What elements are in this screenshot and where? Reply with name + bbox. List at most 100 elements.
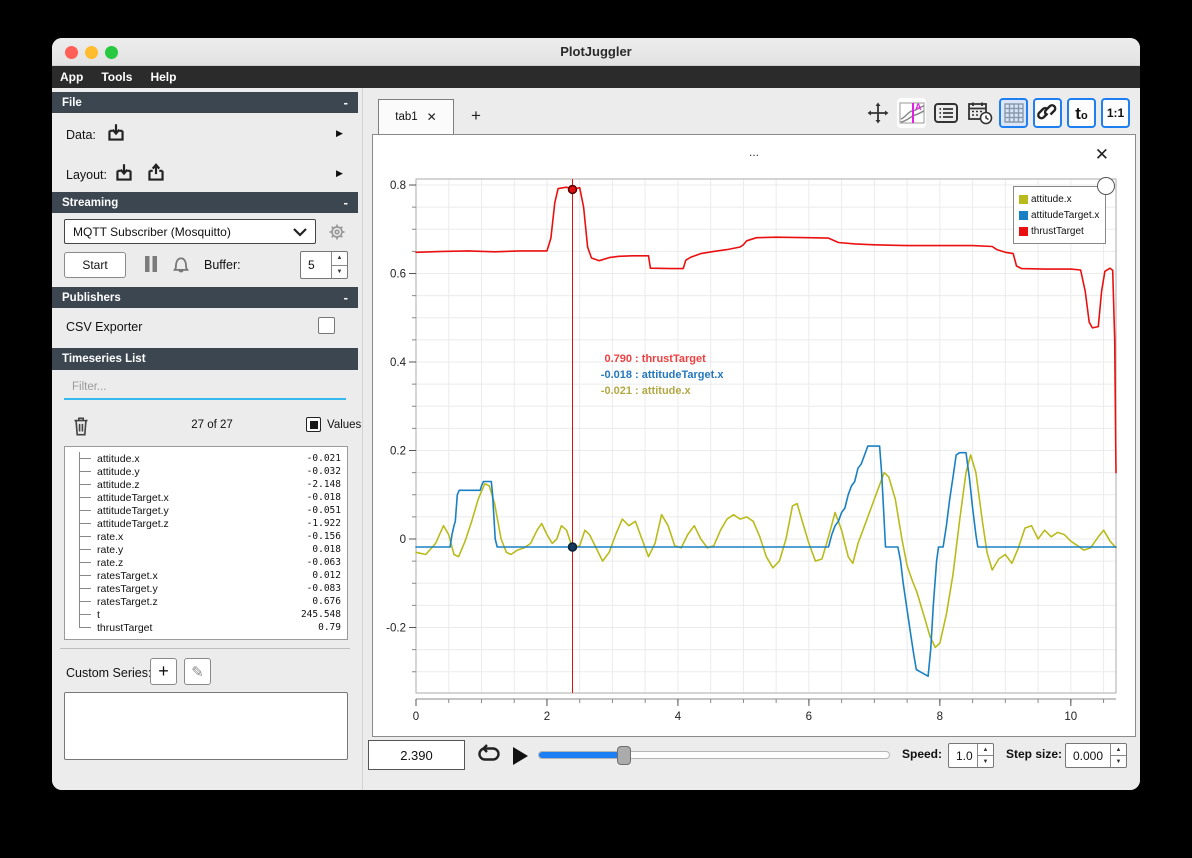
timeseries-row[interactable]: attitude.z -2.148 (71, 478, 341, 491)
titlebar: PlotJuggler (52, 38, 1140, 66)
ratio-button[interactable]: 1:1 (1101, 98, 1130, 128)
data-import-icon[interactable] (104, 121, 128, 145)
spin-down-icon[interactable]: ▼ (1111, 755, 1126, 767)
timeseries-row[interactable]: t 245.548 (71, 608, 341, 621)
splitter[interactable] (362, 88, 363, 790)
spin-up-icon[interactable]: ▲ (978, 744, 993, 755)
timeseries-name: attitude.z (97, 478, 140, 491)
spin-up-icon[interactable]: ▲ (332, 252, 347, 265)
time-slider[interactable] (538, 746, 890, 765)
tab-close-icon[interactable]: ✕ (427, 110, 437, 124)
collapse-minus-icon[interactable]: - (344, 195, 348, 210)
collapse-minus-icon[interactable]: - (344, 290, 348, 305)
legend-swatch (1019, 226, 1028, 236)
data-expand-chevron-icon[interactable]: ▶ (336, 128, 343, 139)
layout-import-icon[interactable] (112, 161, 136, 185)
timeseries-name: thrustTarget (97, 621, 153, 634)
legend-label: attitude.x (1031, 193, 1072, 205)
list-icon (933, 103, 958, 123)
slider-thumb[interactable] (617, 746, 631, 765)
streaming-source-select[interactable]: MQTT Subscriber (Mosquitto) (64, 219, 316, 244)
menu-help[interactable]: Help (150, 70, 176, 84)
menu-tools[interactable]: Tools (101, 70, 132, 84)
loop-icon[interactable] (476, 743, 502, 769)
sidebar: File - Data: ▶ Layout: ▶ Streaming - MQT… (52, 88, 361, 790)
spin-down-icon[interactable]: ▼ (978, 755, 993, 767)
current-time-field[interactable]: 2.390 (368, 740, 465, 770)
layout-export-icon[interactable] (144, 161, 168, 185)
legend-entry[interactable]: thrustTarget (1019, 223, 1100, 239)
tab-label: tab1 (395, 111, 418, 123)
streaming-section-header[interactable]: Streaming - (52, 192, 358, 213)
timeseries-row[interactable]: attitudeTarget.z -1.922 (71, 517, 341, 530)
timeseries-value: -0.018 (306, 492, 341, 503)
link-ranges-button[interactable] (1033, 98, 1062, 128)
window-title: PlotJuggler (560, 44, 632, 59)
timeseries-row[interactable]: rate.x -0.156 (71, 530, 341, 543)
timeseries-name: rate.z (97, 556, 124, 569)
legend-entry[interactable]: attitude.x (1019, 191, 1100, 207)
speed-spinbox[interactable]: 1.0 ▲ ▼ (948, 743, 994, 768)
play-button[interactable] (510, 745, 530, 767)
publishers-section-header[interactable]: Publishers - (52, 287, 358, 308)
plot-widget[interactable]: ... ✕ 0.8 0.6 0.4 0.2 0 -0.2 0 2 4 6 8 10 attitude.… (372, 134, 1136, 737)
legend-corner-circle[interactable] (1097, 177, 1115, 195)
legend-entry[interactable]: attitudeTarget.x (1019, 207, 1100, 223)
timeseries-name: ratesTarget.z (97, 595, 158, 608)
curve-tracker-button[interactable]: A (897, 98, 926, 128)
csv-exporter-checkbox[interactable] (318, 317, 335, 334)
values-checkbox[interactable] (306, 417, 321, 432)
file-section-title: File (62, 96, 82, 109)
tab-tab1[interactable]: tab1 ✕ (378, 99, 454, 134)
timeseries-row[interactable]: attitude.x -0.021 (71, 452, 341, 465)
grid-layout-button[interactable] (999, 98, 1028, 128)
timeseries-row[interactable]: ratesTarget.y -0.083 (71, 582, 341, 595)
tree-branch (71, 595, 97, 608)
svg-text:0.6: 0.6 (390, 269, 406, 281)
timeseries-row[interactable]: attitudeTarget.y -0.051 (71, 504, 341, 517)
file-section-header[interactable]: File - (52, 92, 358, 113)
spin-up-icon[interactable]: ▲ (1111, 744, 1126, 755)
curve-list-button[interactable] (931, 98, 960, 128)
timeseries-row[interactable]: rate.z -0.063 (71, 556, 341, 569)
custom-series-list[interactable] (64, 692, 348, 760)
tree-branch (71, 504, 97, 517)
layout-expand-chevron-icon[interactable]: ▶ (336, 168, 343, 179)
datetime-button[interactable] (965, 98, 994, 128)
cursor-readout-line: -0.021 : attitude.x (600, 385, 691, 397)
timeseries-row[interactable]: ratesTarget.x 0.012 (71, 569, 341, 582)
edit-custom-series-button[interactable]: ✎ (184, 658, 211, 685)
trash-icon[interactable] (70, 414, 92, 438)
timeseries-value: 245.548 (300, 609, 341, 620)
timeseries-section-header[interactable]: Timeseries List (52, 348, 358, 370)
slider-fill (539, 752, 624, 758)
timeseries-tree[interactable]: attitude.x -0.021 attitude.y -0.032 attitude… (64, 446, 348, 640)
pan-zoom-button[interactable] (863, 98, 892, 128)
playback-bar: 2.390 Speed: 1.0 ▲ ▼ Step size: 0.000 ▲ ▼ (368, 740, 1140, 772)
notifications-bell-icon[interactable] (170, 252, 192, 274)
filter-input[interactable] (64, 376, 346, 400)
time-offset-button[interactable]: to (1067, 98, 1096, 128)
buffer-spinbox[interactable]: 5 ▲ ▼ (300, 251, 348, 279)
streaming-settings-gear-icon[interactable] (326, 221, 348, 243)
timeseries-row[interactable]: ratesTarget.z 0.676 (71, 595, 341, 608)
collapse-minus-icon[interactable]: - (344, 95, 348, 110)
add-custom-series-button[interactable]: + (150, 658, 177, 685)
spin-down-icon[interactable]: ▼ (332, 264, 347, 279)
start-button[interactable]: Start (64, 252, 126, 278)
menu-app[interactable]: App (60, 70, 83, 84)
plotjuggler-window: PlotJuggler App Tools Help File - Data: … (52, 38, 1140, 790)
add-tab-button[interactable]: + (464, 104, 488, 128)
timeseries-row[interactable]: attitude.y -0.032 (71, 465, 341, 478)
timeseries-row[interactable]: thrustTarget 0.79 (71, 621, 341, 634)
timeseries-section-title: Timeseries List (62, 353, 146, 365)
timeseries-row[interactable]: rate.y 0.018 (71, 543, 341, 556)
step-size-spinbox[interactable]: 0.000 ▲ ▼ (1065, 743, 1127, 768)
link-icon (1036, 104, 1056, 120)
plot-legend[interactable]: attitude.x attitudeTarget.x thrustTarget (1013, 186, 1106, 244)
timeseries-value: -1.922 (306, 518, 341, 529)
timeseries-row[interactable]: attitudeTarget.x -0.018 (71, 491, 341, 504)
svg-text:0: 0 (413, 711, 419, 723)
plot-close-icon[interactable]: ✕ (1095, 145, 1109, 165)
pause-icon[interactable] (142, 254, 160, 274)
